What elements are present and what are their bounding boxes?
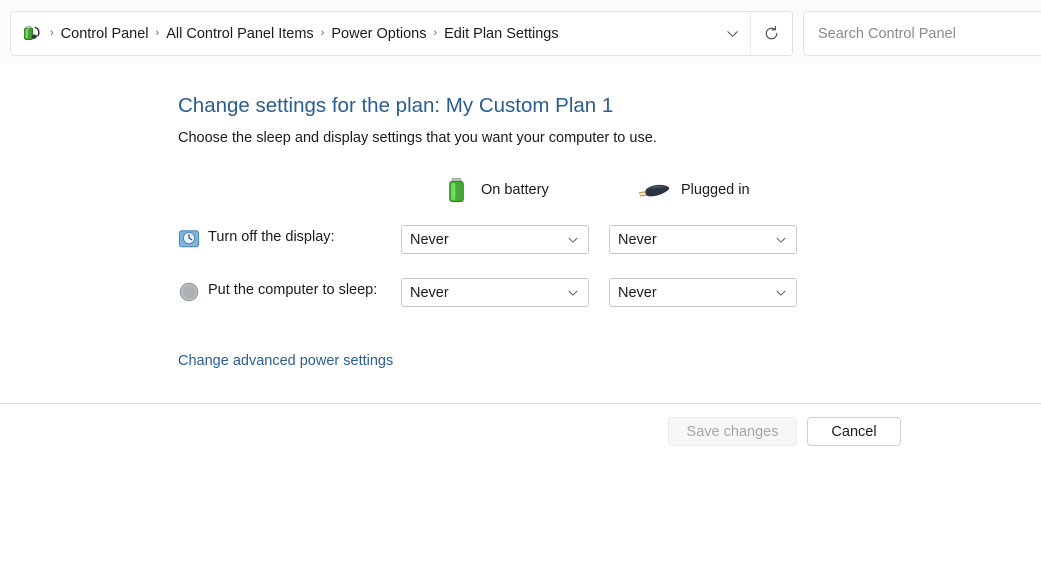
address-bar-strip: › Control Panel › All Control Panel Item… <box>0 0 1041 63</box>
power-options-icon-glyph <box>23 25 40 41</box>
combo-put-computer-to-sleep-on-battery[interactable]: Never <box>401 278 589 307</box>
combo-value-put-computer-to-sleep-on-battery: Never <box>410 284 449 301</box>
combo-value-turn-off-display-on-battery: Never <box>410 231 449 248</box>
search-box[interactable] <box>803 11 1041 56</box>
breadcrumb-separator-2: › <box>320 27 325 39</box>
breadcrumb-separator-0: › <box>50 27 54 39</box>
battery-icon <box>449 177 464 202</box>
combo-turn-off-display-plugged-in[interactable]: Never <box>609 225 797 254</box>
column-headers: On battery Plugged in <box>0 169 1041 211</box>
footer: Save changes Cancel <box>0 404 1041 587</box>
breadcrumb-item-control-panel[interactable]: Control Panel <box>57 23 153 45</box>
combo-value-put-computer-to-sleep-plugged-in: Never <box>618 284 657 301</box>
breadcrumb[interactable]: › Control Panel › All Control Panel Item… <box>45 12 714 55</box>
column-header-on-battery: On battery <box>441 169 549 211</box>
refresh-icon <box>765 25 778 40</box>
chevron-down-icon <box>774 233 790 247</box>
column-header-plugged-in-label: Plugged in <box>681 182 750 198</box>
refresh-button[interactable] <box>750 12 792 55</box>
setting-row-turn-off-display: Turn off the display: Never Never <box>0 225 1041 255</box>
chevron-down-icon <box>566 233 582 247</box>
display-clock-icon <box>178 230 200 248</box>
combo-value-turn-off-display-plugged-in: Never <box>618 231 657 248</box>
power-options-icon <box>11 12 45 55</box>
column-header-plugged-in: Plugged in <box>637 169 750 211</box>
combo-put-computer-to-sleep-plugged-in[interactable]: Never <box>609 278 797 307</box>
combo-turn-off-display-on-battery[interactable]: Never <box>401 225 589 254</box>
breadcrumb-item-power-options[interactable]: Power Options <box>327 23 430 45</box>
address-bar[interactable]: › Control Panel › All Control Panel Item… <box>10 11 793 56</box>
column-header-on-battery-label: On battery <box>481 182 549 198</box>
page-title: Change settings for the plan: My Custom … <box>178 94 614 117</box>
chevron-down-icon <box>726 31 738 37</box>
change-advanced-power-settings-link[interactable]: Change advanced power settings <box>178 353 393 369</box>
save-changes-button[interactable]: Save changes <box>668 417 797 446</box>
breadcrumb-separator-3: › <box>433 27 438 39</box>
setting-label-turn-off-display: Turn off the display: <box>208 229 335 245</box>
chevron-down-icon <box>566 286 582 300</box>
breadcrumb-item-all-control-panel-items[interactable]: All Control Panel Items <box>162 23 317 45</box>
power-plug-icon <box>638 184 670 197</box>
page-subtitle: Choose the sleep and display settings th… <box>178 130 657 146</box>
breadcrumb-separator-1: › <box>155 27 160 39</box>
breadcrumb-item-edit-plan-settings[interactable]: Edit Plan Settings <box>440 23 562 45</box>
cancel-button[interactable]: Cancel <box>807 417 901 446</box>
setting-label-put-computer-to-sleep: Put the computer to sleep: <box>208 282 378 298</box>
address-history-button[interactable] <box>714 12 750 55</box>
chevron-down-icon <box>774 286 790 300</box>
sleep-moon-icon <box>179 282 199 302</box>
search-input[interactable] <box>816 24 1041 43</box>
main-content: Change settings for the plan: My Custom … <box>0 63 1041 403</box>
setting-row-put-computer-to-sleep: Put the computer to sleep: Never Never <box>0 278 1041 308</box>
